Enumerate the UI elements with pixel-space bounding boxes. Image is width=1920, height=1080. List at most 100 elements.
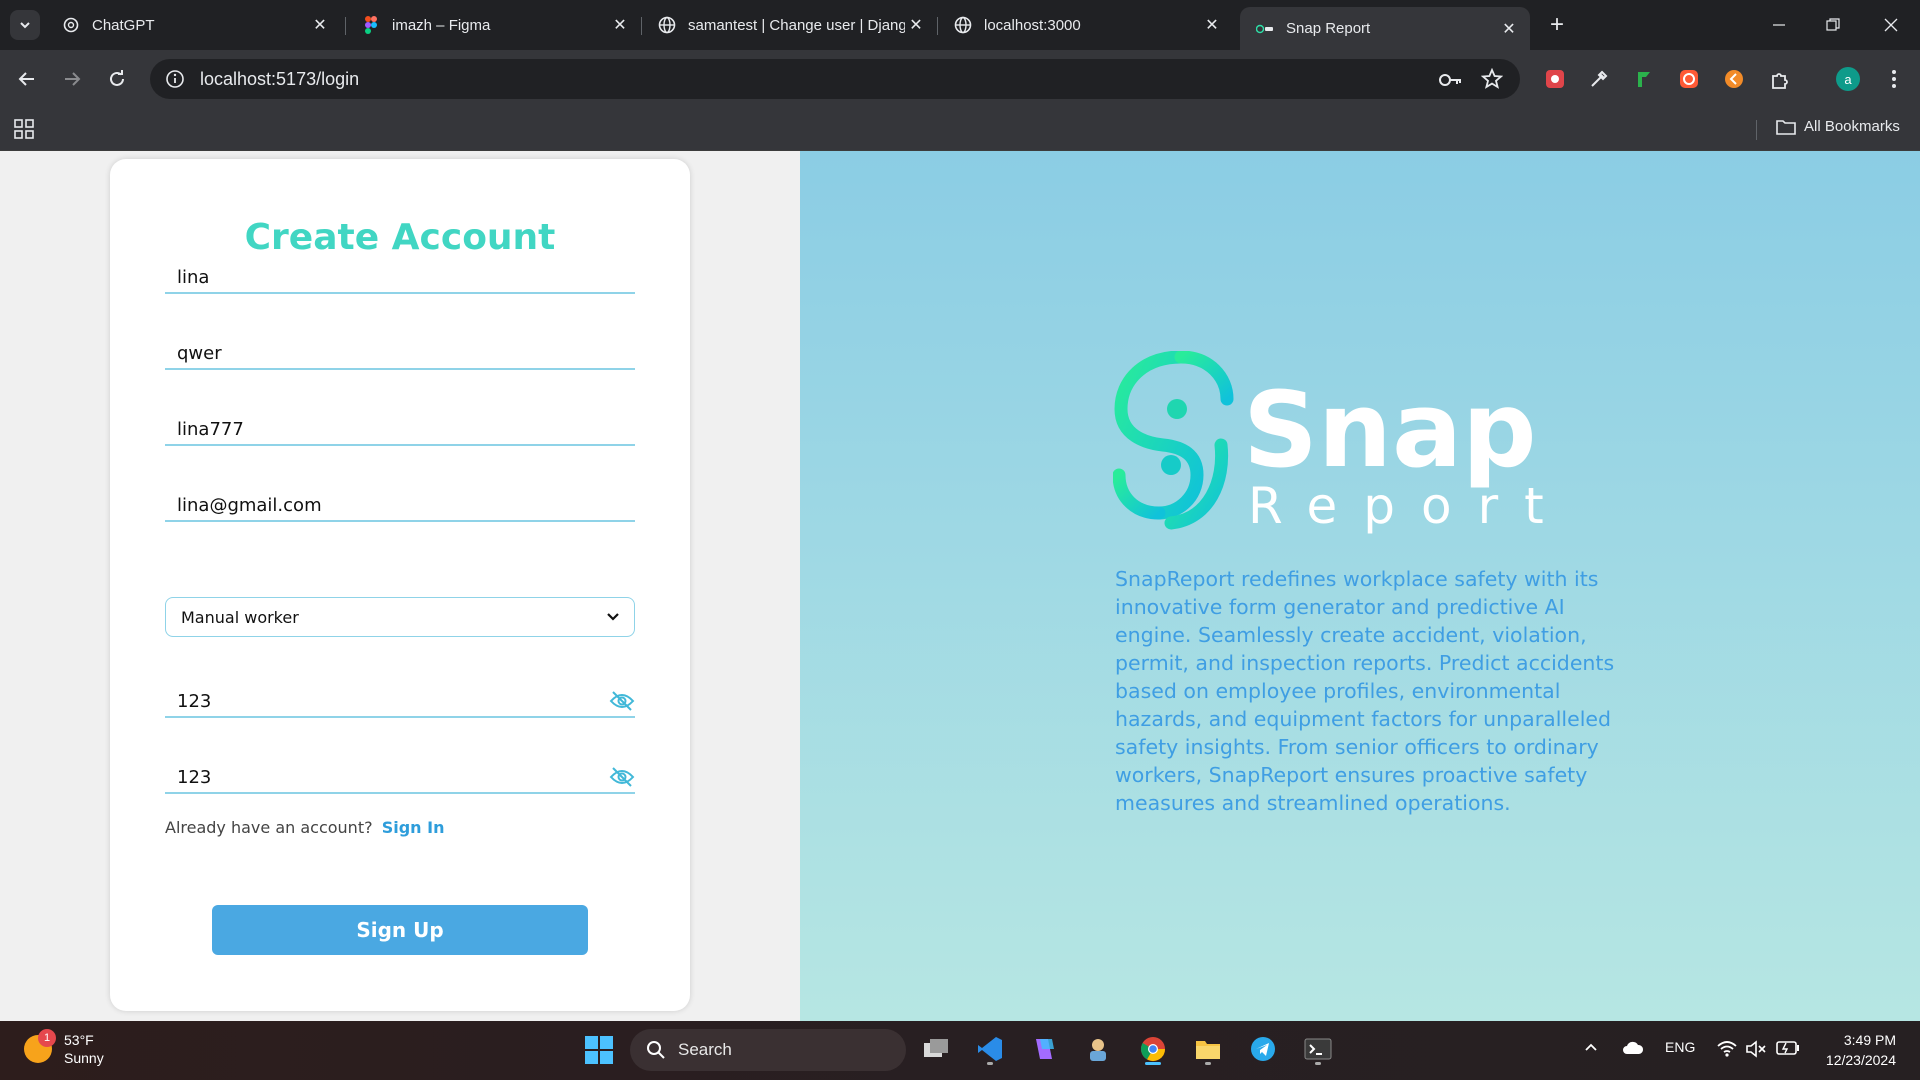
windows-start-icon[interactable] [584,1035,614,1065]
tab-strip: ChatGPT ✕ imazh – Figma ✕ samantest | Ch… [0,0,1920,50]
signin-link[interactable]: Sign In [382,818,445,837]
search-icon [647,1041,665,1059]
brand-description: SnapReport redefines workplace safety wi… [1115,567,1615,815]
tab-search-button[interactable] [10,10,40,40]
password-key-icon[interactable] [1437,66,1465,94]
all-bookmarks-button[interactable]: All Bookmarks [1776,118,1900,135]
eyedropper-icon[interactable] [1585,65,1613,93]
notification-badge: 1 [38,1029,56,1047]
file-explorer-icon[interactable] [1190,1031,1226,1067]
site-info-icon[interactable] [164,68,186,90]
close-icon[interactable]: ✕ [609,14,631,36]
extension-orange-icon[interactable] [1675,65,1703,93]
forward-button[interactable] [56,63,88,95]
apps-grid-icon[interactable] [13,118,35,140]
username-input[interactable] [165,406,635,444]
address-bar[interactable]: localhost:5173/login [150,59,1520,99]
weather-widget[interactable]: 1 53°F Sunny [24,1029,104,1067]
chevron-up-icon[interactable] [1584,1039,1598,1055]
tab-title: imazh – Figma [392,16,491,34]
vscode-icon[interactable] [972,1031,1008,1067]
copilot-icon[interactable] [1026,1031,1062,1067]
globe-icon [954,16,972,34]
last-name-input[interactable] [165,330,635,368]
extension-green-icon[interactable] [1630,65,1658,93]
language-indicator[interactable]: ENG [1665,1039,1695,1055]
restore-icon [1826,18,1840,31]
minimize-button[interactable] [1756,8,1802,42]
form-pane: Create Account Manual worker [0,151,800,1021]
chatgpt-icon [62,16,80,34]
terminal-icon[interactable] [1300,1031,1336,1067]
email-field[interactable] [165,482,635,522]
tab-chatgpt[interactable]: ChatGPT ✕ [46,7,341,43]
url-text: localhost:5173/login [200,68,360,89]
tab-localhost-3000[interactable]: localhost:3000 ✕ [938,7,1233,43]
menu-kebab-icon[interactable] [1880,65,1908,93]
signin-prompt-text: Already have an account? [165,818,373,837]
signup-card: Create Account Manual worker [110,159,690,1011]
battery-icon[interactable] [1776,1041,1800,1058]
new-tab-button[interactable]: + [1543,11,1571,39]
cloud-icon[interactable] [1622,1041,1644,1058]
all-bookmarks-label: All Bookmarks [1804,118,1900,135]
arrow-right-icon [65,72,81,86]
first-name-input[interactable] [165,254,635,292]
avatar-initial: a [1836,67,1860,91]
globe-icon [658,16,676,34]
tab-title: ChatGPT [92,16,155,34]
restore-button[interactable] [1810,8,1856,42]
tab-title: Snap Report [1286,20,1371,37]
close-icon[interactable]: ✕ [309,14,331,36]
reload-icon [110,70,124,86]
snap-report-logo: Snap Report [1113,351,1544,535]
back-button[interactable] [11,63,43,95]
username-field[interactable] [165,406,635,446]
tab-snap-report[interactable]: Snap Report ✕ [1240,7,1530,50]
eye-slash-icon[interactable] [609,766,635,788]
weather-temp: 53°F [64,1032,94,1048]
puzzle-extensions-icon[interactable] [1766,65,1794,93]
close-icon[interactable]: ✕ [1498,18,1520,40]
last-name-field[interactable] [165,330,635,370]
email-input[interactable] [165,482,635,520]
bookmarks-divider [1756,120,1757,140]
telegram-icon[interactable] [1245,1031,1281,1067]
sign-up-button[interactable]: Sign Up [212,905,588,955]
arrow-left-icon [18,72,34,86]
system-clock[interactable]: 3:49 PM 12/23/2024 [1810,1030,1896,1070]
profile-avatar[interactable]: a [1834,65,1862,93]
close-icon[interactable]: ✕ [905,14,927,36]
close-window-button[interactable] [1868,8,1914,42]
weather-desc: Sunny [64,1050,104,1066]
confirm-password-field[interactable] [165,754,635,794]
eye-slash-icon[interactable] [609,690,635,712]
password-input[interactable] [165,678,635,716]
logo-snap-text: Snap [1243,369,1537,491]
reload-button[interactable] [101,63,133,95]
windows-taskbar: 1 53°F Sunny Search ENG 3:49 PM 12/23/20… [0,1021,1920,1080]
browser-toolbar: localhost:5173/login a [0,50,1920,108]
volume-muted-icon[interactable] [1745,1040,1767,1061]
confirm-password-input[interactable] [165,754,635,792]
tab-django-admin[interactable]: samantest | Change user | Djang ✕ [642,7,937,43]
wifi-icon[interactable] [1716,1040,1738,1061]
task-view-icon[interactable] [918,1031,954,1067]
page-viewport: Create Account Manual worker [0,151,1920,1021]
taskbar-search[interactable]: Search [630,1029,906,1071]
star-icon[interactable] [1478,65,1506,93]
app-icon[interactable] [1080,1031,1116,1067]
clock-time: 3:49 PM [1843,1032,1896,1048]
extension-amber-icon[interactable] [1720,65,1748,93]
snap-report-icon [1256,20,1274,38]
folder-icon [1776,119,1796,135]
role-selected-value: Manual worker [181,607,299,627]
close-icon[interactable]: ✕ [1201,14,1223,36]
tab-figma[interactable]: imazh – Figma ✕ [346,7,641,43]
extension-red-icon[interactable] [1541,65,1569,93]
first-name-field[interactable] [165,254,635,294]
role-select[interactable]: Manual worker [165,597,635,637]
chrome-icon[interactable] [1135,1031,1171,1067]
brand-pane: Snap Report SnapReport redefines workpla… [800,151,1920,1021]
password-field[interactable] [165,678,635,718]
